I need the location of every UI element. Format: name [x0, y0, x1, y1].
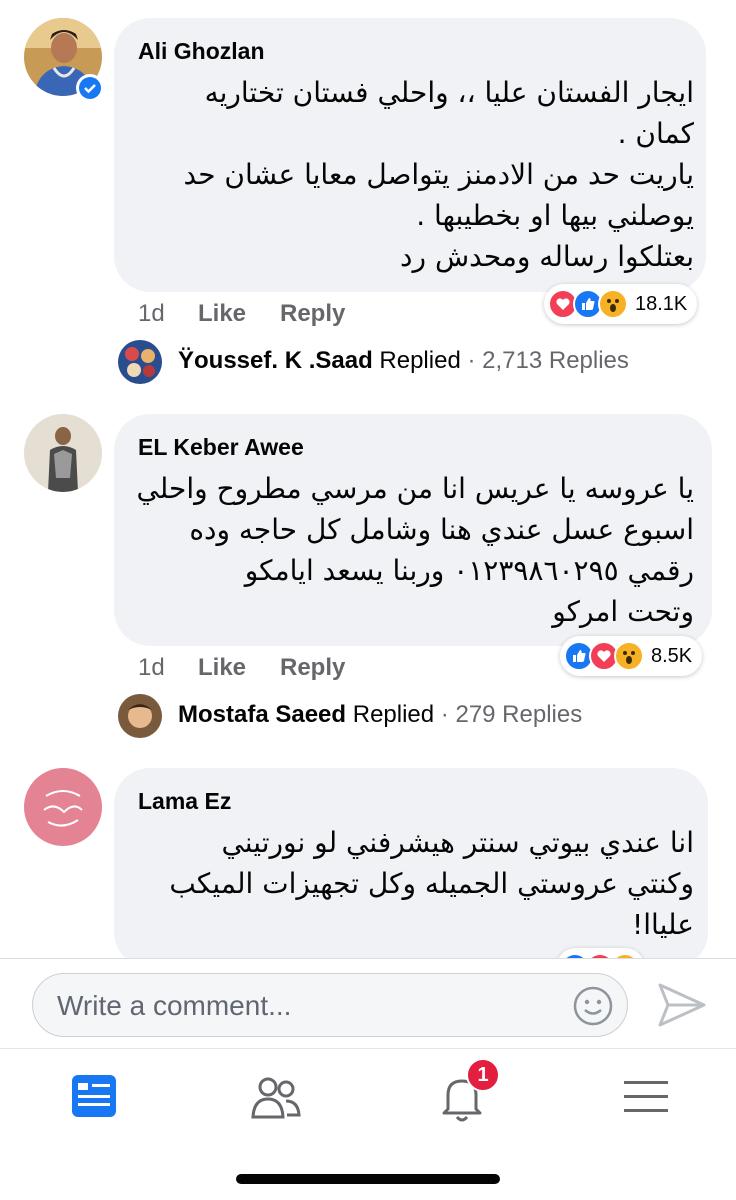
- comment-text: يا عروسه يا عريس انا من مرسي مطروح واحلي…: [136, 472, 694, 628]
- avatar[interactable]: [24, 768, 102, 846]
- reply-author: Mostafa Saeed: [178, 701, 347, 728]
- friends-icon[interactable]: [248, 1069, 308, 1125]
- comment-author[interactable]: EL Keber Awee: [138, 434, 304, 461]
- reply-avatar: [118, 340, 162, 384]
- like-button[interactable]: Like: [198, 300, 246, 328]
- comment-time: 1d: [138, 654, 165, 681]
- reaction-count: 8.5K: [651, 644, 693, 667]
- avatar[interactable]: [24, 414, 102, 492]
- comment-composer: Write a comment...: [0, 958, 736, 1048]
- comment-input[interactable]: Write a comment...: [32, 973, 628, 1037]
- emoji-icon[interactable]: [573, 986, 613, 1026]
- comment-author[interactable]: Lama Ez: [138, 788, 231, 815]
- comment-author[interactable]: Ali Ghozlan: [138, 38, 265, 65]
- reply-button[interactable]: Reply: [280, 300, 345, 328]
- verified-badge-icon: [76, 74, 104, 102]
- like-button[interactable]: Like: [198, 654, 246, 682]
- reply-count: 279 Replies: [455, 701, 583, 728]
- comment-text: ايجار الفستان عليا ،، واحلي فستان تختاري…: [183, 76, 694, 273]
- wow-reaction-icon: [598, 289, 628, 319]
- reaction-count: 18.1K: [635, 292, 688, 315]
- notifications-badge: 1: [466, 1058, 500, 1092]
- comment-time: 1d: [138, 300, 165, 327]
- reactions-summary[interactable]: 8.5K: [560, 636, 703, 676]
- news-feed-icon[interactable]: [66, 1069, 126, 1125]
- wow-reaction-icon: [614, 641, 644, 671]
- reply-avatar: [118, 694, 162, 738]
- send-icon[interactable]: [654, 979, 710, 1031]
- reply-author: Ÿoussef. K .Saad: [178, 347, 373, 374]
- comment-input-placeholder: Write a comment...: [57, 990, 292, 1021]
- reactions-summary[interactable]: 18.1K: [544, 284, 698, 324]
- reply-count: 2,713 Replies: [482, 347, 629, 374]
- comment-text: انا عندي بيوتي سنتر هيشرفني لو نورتيني و…: [169, 826, 694, 941]
- reply-button[interactable]: Reply: [280, 654, 345, 682]
- home-indicator[interactable]: [236, 1174, 500, 1184]
- menu-icon[interactable]: [618, 1069, 678, 1125]
